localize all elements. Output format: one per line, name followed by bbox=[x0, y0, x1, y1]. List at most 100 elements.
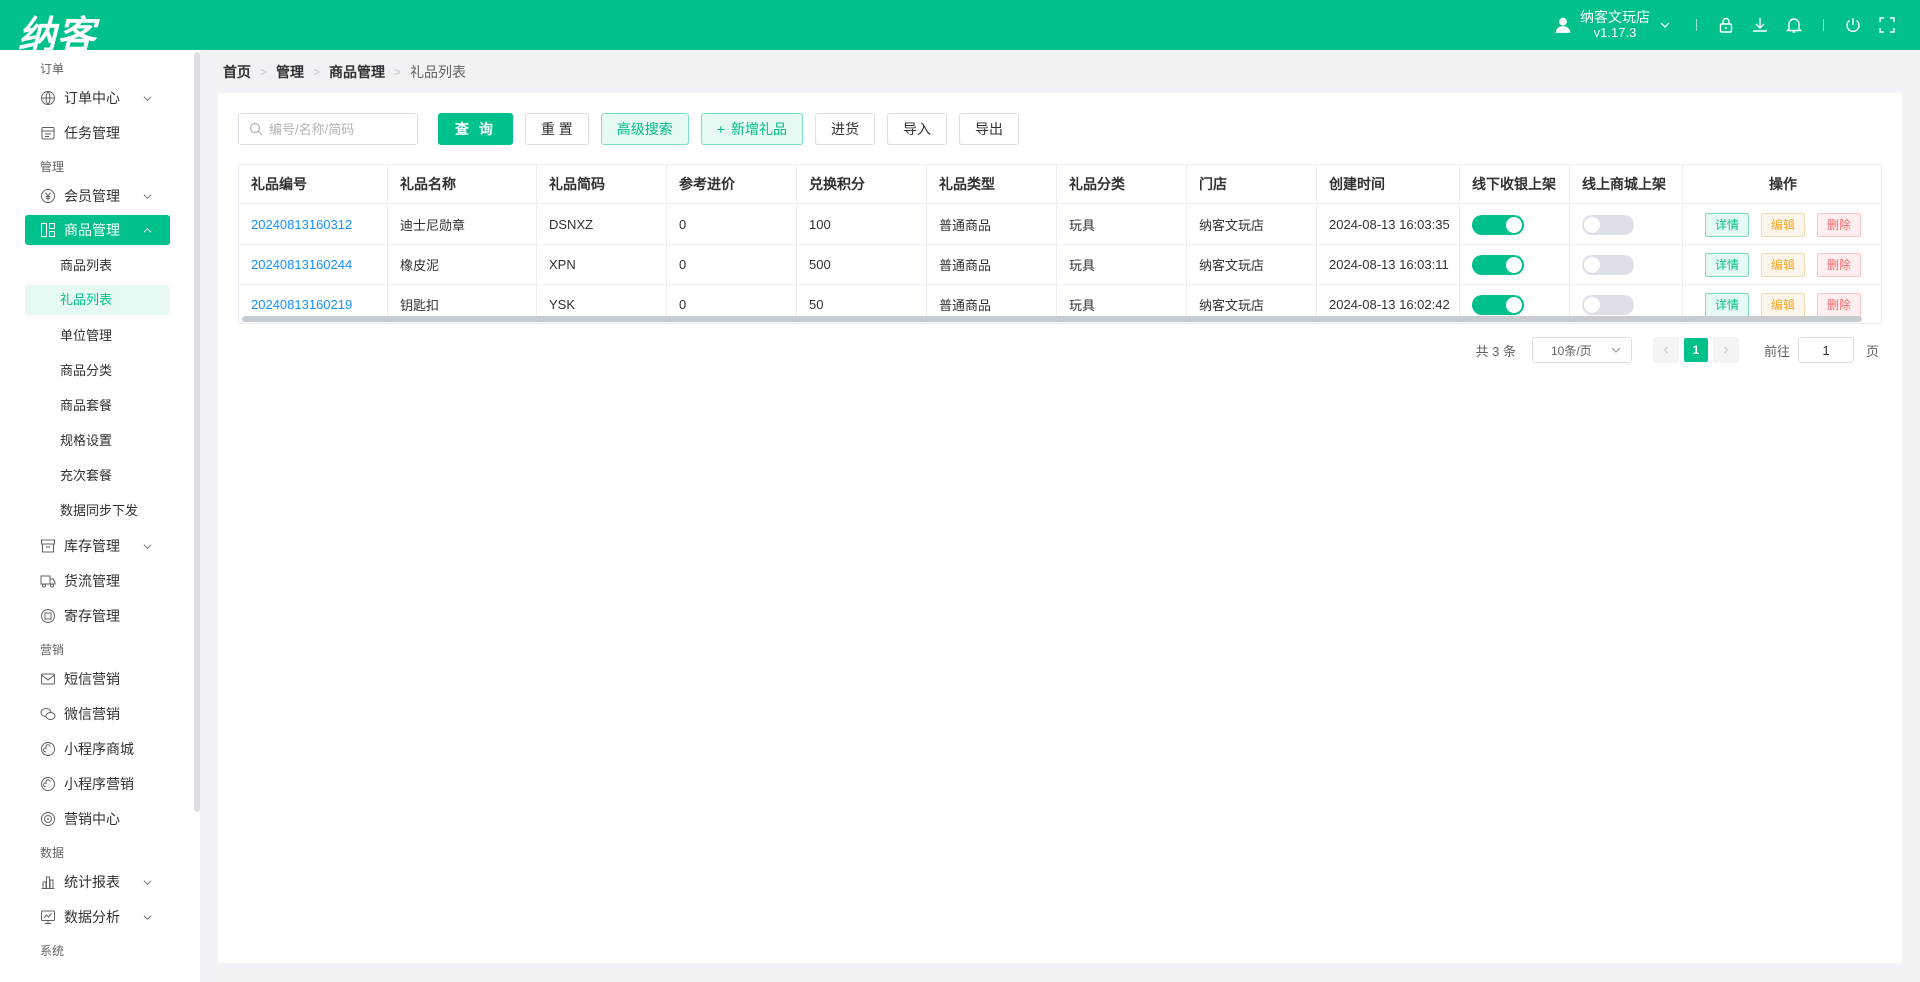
search-box[interactable] bbox=[238, 113, 418, 145]
delete-button[interactable]: 删除 bbox=[1817, 292, 1862, 317]
offline-toggle[interactable] bbox=[1472, 254, 1524, 275]
chevron-left-icon bbox=[1663, 346, 1668, 354]
sidebar-sub-recharge-package[interactable]: 充次套餐 bbox=[0, 458, 200, 493]
column-header: 礼品类型 bbox=[927, 165, 1057, 203]
sidebar-item-task-mgmt[interactable]: 任务管理 bbox=[0, 115, 200, 150]
top-header: 纳客 纳客文玩店 v1.17.3 bbox=[0, 0, 1920, 57]
delete-button[interactable]: 删除 bbox=[1817, 252, 1862, 277]
sidebar-sub-spec-settings[interactable]: 规格设置 bbox=[0, 423, 200, 458]
column-header: 线上商城上架 bbox=[1570, 165, 1683, 203]
import-button[interactable]: 导入 bbox=[886, 113, 947, 145]
pagination-total: 共 3 条 bbox=[1475, 343, 1516, 359]
column-header: 操作 bbox=[1769, 176, 1797, 192]
chevron-down-icon bbox=[143, 96, 152, 101]
sidebar-sub-goods-category[interactable]: 商品分类 bbox=[0, 353, 200, 388]
sidebar-sub-goods-list[interactable]: 商品列表 bbox=[0, 248, 200, 283]
gift-type: 普通商品 bbox=[927, 245, 1057, 284]
reset-button[interactable]: 重 置 bbox=[524, 113, 589, 145]
sidebar-item-data-analysis[interactable]: 数据分析 bbox=[0, 899, 200, 934]
sidebar-item-mini-mall[interactable]: 小程序商城 bbox=[0, 731, 200, 766]
goto-label: 前往 bbox=[1763, 343, 1790, 359]
breadcrumb-separator-icon: > bbox=[260, 65, 268, 79]
chevron-down-icon bbox=[143, 915, 152, 920]
mini-program-icon bbox=[41, 741, 55, 756]
next-page-button[interactable] bbox=[1712, 337, 1739, 363]
plus-icon: + bbox=[716, 121, 725, 137]
sidebar-item-mini-marketing[interactable]: 小程序营销 bbox=[0, 766, 200, 801]
sidebar-item-member-mgmt[interactable]: 会员管理 bbox=[0, 178, 200, 213]
edit-button[interactable]: 编辑 bbox=[1760, 252, 1805, 277]
toggle-knob bbox=[1584, 296, 1600, 313]
bell-icon[interactable] bbox=[1785, 16, 1803, 34]
store-switcher[interactable]: 纳客文玩店 v1.17.3 bbox=[1580, 9, 1650, 41]
online-toggle[interactable] bbox=[1582, 254, 1634, 275]
target-icon bbox=[41, 811, 55, 826]
sidebar-section-order: 订单 bbox=[40, 62, 65, 76]
delete-button[interactable]: 删除 bbox=[1817, 212, 1862, 237]
gift-type: 普通商品 bbox=[927, 205, 1057, 244]
page-size-select[interactable]: 10条/页 bbox=[1531, 337, 1632, 363]
advanced-search-button[interactable]: 高级搜索 bbox=[600, 113, 689, 145]
add-gift-button[interactable]: + 新增礼品 bbox=[700, 113, 803, 145]
online-cell bbox=[1570, 245, 1683, 284]
prev-page-button[interactable] bbox=[1652, 337, 1679, 363]
sidebar-item-label: 任务管理 bbox=[64, 124, 120, 141]
gift-code-link[interactable]: 20240813160312 bbox=[239, 205, 388, 244]
power-icon[interactable] bbox=[1844, 16, 1862, 34]
sidebar-item-marketing-center[interactable]: 营销中心 bbox=[0, 801, 200, 836]
sidebar-section-marketing: 营销 bbox=[40, 643, 65, 657]
online-toggle[interactable] bbox=[1582, 214, 1634, 235]
page-number-current[interactable]: 1 bbox=[1683, 338, 1708, 362]
column-header: 创建时间 bbox=[1317, 165, 1460, 203]
sidebar-sub-gift-list[interactable]: 礼品列表 bbox=[25, 285, 170, 315]
table-header: 礼品编号 礼品名称 礼品简码 参考进价 兑换积分 礼品类型 礼品分类 门店 创建… bbox=[239, 165, 1881, 204]
goto-page-input[interactable] bbox=[1797, 337, 1854, 363]
offline-toggle[interactable] bbox=[1472, 294, 1524, 315]
sidebar-sub-data-sync[interactable]: 数据同步下发 bbox=[0, 493, 200, 528]
breadcrumb-home[interactable]: 首页 bbox=[223, 62, 251, 82]
lock-icon[interactable] bbox=[1717, 16, 1735, 34]
grid-icon bbox=[41, 223, 55, 237]
detail-button[interactable]: 详情 bbox=[1704, 212, 1749, 237]
breadcrumb-separator-icon: > bbox=[394, 65, 402, 79]
sidebar-item-logistics-mgmt[interactable]: 货流管理 bbox=[0, 563, 200, 598]
sidebar-scrollbar[interactable] bbox=[194, 52, 200, 812]
gift-created-time: 2024-08-13 16:03:35 bbox=[1317, 205, 1460, 244]
edit-button[interactable]: 编辑 bbox=[1760, 212, 1805, 237]
sidebar-section-system: 系统 bbox=[40, 944, 65, 958]
table-horizontal-scrollbar[interactable] bbox=[242, 316, 1862, 322]
sidebar-item-wechat-marketing[interactable]: 微信营销 bbox=[0, 696, 200, 731]
sidebar-item-order-center[interactable]: 订单中心 bbox=[0, 80, 200, 115]
table-row: 20240813160244 橡皮泥 XPN 0 500 普通商品 玩具 纳客文… bbox=[239, 245, 1881, 285]
chevron-up-icon bbox=[143, 228, 152, 233]
user-icon[interactable] bbox=[1554, 16, 1572, 34]
sidebar-item-deposit-mgmt[interactable]: 寄存管理 bbox=[0, 598, 200, 633]
search-icon bbox=[249, 122, 263, 136]
sidebar-item-goods-mgmt[interactable]: 商品管理 bbox=[25, 215, 170, 245]
breadcrumb-manage[interactable]: 管理 bbox=[276, 62, 304, 82]
chevron-down-icon bbox=[143, 544, 152, 549]
edit-button[interactable]: 编辑 bbox=[1760, 292, 1805, 317]
gift-store: 纳客文玩店 bbox=[1187, 205, 1317, 244]
download-icon[interactable] bbox=[1751, 16, 1769, 34]
fullscreen-icon[interactable] bbox=[1878, 16, 1896, 34]
sidebar-sub-goods-package[interactable]: 商品套餐 bbox=[0, 388, 200, 423]
sidebar-item-label: 统计报表 bbox=[64, 873, 120, 890]
chevron-down-icon[interactable] bbox=[1660, 20, 1670, 30]
online-toggle[interactable] bbox=[1582, 294, 1634, 315]
sidebar-item-stock-mgmt[interactable]: 库存管理 bbox=[0, 528, 200, 563]
sidebar-item-stat-report[interactable]: 统计报表 bbox=[0, 864, 200, 899]
search-input[interactable] bbox=[269, 121, 409, 137]
offline-toggle[interactable] bbox=[1472, 214, 1524, 235]
query-button[interactable]: 查 询 bbox=[438, 113, 513, 145]
detail-button[interactable]: 详情 bbox=[1704, 252, 1749, 277]
export-button[interactable]: 导出 bbox=[958, 113, 1019, 145]
detail-button[interactable]: 详情 bbox=[1704, 292, 1749, 317]
gift-code-link[interactable]: 20240813160244 bbox=[239, 245, 388, 284]
sidebar-item-sms-marketing[interactable]: 短信营销 bbox=[0, 661, 200, 696]
sidebar-item-label: 小程序商城 bbox=[64, 740, 134, 757]
sidebar-sub-unit-mgmt[interactable]: 单位管理 bbox=[0, 318, 200, 353]
gift-table: 礼品编号 礼品名称 礼品简码 参考进价 兑换积分 礼品类型 礼品分类 门店 创建… bbox=[238, 164, 1882, 324]
purchase-button[interactable]: 进货 bbox=[814, 113, 875, 145]
breadcrumb-goods-mgmt[interactable]: 商品管理 bbox=[329, 62, 385, 82]
